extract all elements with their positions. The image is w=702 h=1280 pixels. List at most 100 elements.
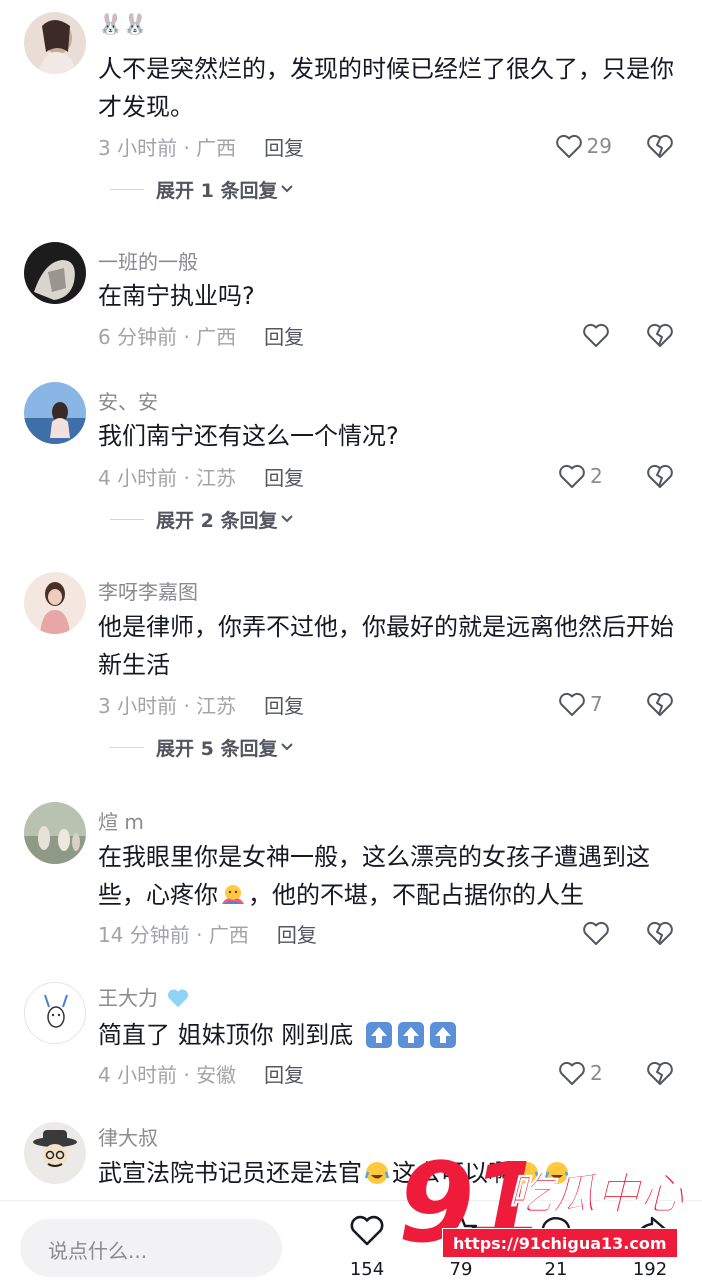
comment-meta: 3 小时前 · 江苏 回复 [98, 689, 304, 719]
comment-username[interactable]: 安、安 [98, 386, 158, 415]
divider [110, 746, 144, 748]
crying-laughing-emoji-icon [364, 1162, 390, 1184]
dislike-button[interactable] [646, 1058, 674, 1088]
like-action-button[interactable]: 154 [337, 1209, 397, 1280]
comment-item: 🐰🐰 人不是突然烂的，发现的时候已经烂了很久了，只是你才发现。 3 小时前 · … [0, 0, 702, 220]
comment-input[interactable]: 说点什么... [20, 1219, 282, 1277]
avatar[interactable] [24, 572, 86, 634]
expand-replies[interactable]: 展开 5 条回复 [110, 732, 294, 762]
expand-replies-label: 展开 2 条回复 [156, 509, 278, 532]
comment-meta: 6 分钟前 · 广西 回复 [98, 320, 304, 350]
broken-heart-icon [647, 921, 673, 945]
comment-username[interactable]: 律大叔 [98, 1122, 158, 1151]
avatar[interactable] [24, 242, 86, 304]
like-button[interactable] [582, 320, 610, 350]
broken-heart-icon [647, 1061, 673, 1085]
avatar[interactable] [24, 12, 86, 74]
comment-time-location: 4 小时前 · 安徽 [98, 1062, 237, 1087]
comment-list: 🐰🐰 人不是突然烂的，发现的时候已经烂了很久了，只是你才发现。 3 小时前 · … [0, 0, 702, 1200]
comment-username[interactable]: 一班的一般 [98, 246, 198, 275]
comment-time-location: 3 小时前 · 广西 [98, 135, 237, 160]
comment-time-location: 4 小时前 · 江苏 [98, 465, 237, 490]
avatar[interactable] [24, 382, 86, 444]
divider [110, 518, 144, 520]
comment-text-part: 武宣法院书记员还是法官 [98, 1159, 362, 1187]
like-count: 2 [590, 1061, 603, 1085]
heart-icon [555, 134, 582, 158]
comment-text-part: 简直了 姐妹顶你 刚到底 [98, 1021, 354, 1049]
comment-text: 简直了 姐妹顶你 刚到底 [98, 1016, 678, 1054]
comment-text-part: ，他的不堪，不配占据你的人生 [248, 881, 584, 909]
up-arrow-icon [365, 1022, 392, 1048]
comment-text: 在南宁执业吗? [98, 282, 255, 310]
like-button[interactable]: 29 [555, 131, 612, 161]
comment-item: 煊 m 在我眼里你是女神一般，这么漂亮的女孩子遭遇到这些，心疼你 ，他的不堪，不配… [0, 800, 702, 960]
comment-time-location: 3 小时前 · 江苏 [98, 693, 237, 718]
hug-emoji-icon [222, 885, 244, 904]
chevron-down-icon [281, 185, 294, 193]
reply-button[interactable]: 回复 [264, 321, 304, 350]
chevron-down-icon [281, 515, 294, 523]
comment-meta: 4 小时前 · 安徽 回复 [98, 1058, 304, 1088]
expand-replies[interactable]: 展开 2 条回复 [110, 504, 294, 534]
heart-icon [559, 464, 585, 488]
comment-time-location: 6 分钟前 · 广西 [98, 324, 237, 349]
reply-button[interactable]: 回复 [264, 462, 304, 491]
avatar[interactable] [24, 1122, 86, 1184]
reply-button[interactable]: 回复 [264, 132, 304, 161]
comment-text: 在我眼里你是女神一般，这么漂亮的女孩子遭遇到这些，心疼你 ，他的不堪，不配占据你的… [98, 838, 678, 914]
expand-replies-label: 展开 5 条回复 [156, 737, 278, 760]
chevron-down-icon [281, 743, 294, 751]
heart-icon [583, 921, 609, 945]
like-count: 7 [590, 692, 603, 716]
like-button[interactable]: 2 [558, 1058, 612, 1088]
like-button[interactable] [582, 918, 610, 948]
up-arrow-icon [397, 1022, 424, 1048]
comment-item: 一班的一般 在南宁执业吗? 6 分钟前 · 广西 回复 [0, 240, 702, 360]
dislike-button[interactable] [646, 918, 674, 948]
watermark-name: 吃瓜中心 [508, 1169, 685, 1221]
reply-button[interactable]: 回复 [264, 1059, 304, 1088]
dislike-button[interactable] [646, 131, 674, 161]
comment-meta: 4 小时前 · 江苏 回复 [98, 461, 304, 491]
comment-username[interactable]: 煊 m [98, 806, 144, 835]
comment-username[interactable]: 王大力 [98, 982, 190, 1011]
like-count: 29 [586, 134, 612, 158]
broken-heart-icon [647, 464, 673, 488]
dislike-button[interactable] [646, 689, 674, 719]
like-button[interactable]: 2 [558, 461, 612, 491]
avatar[interactable] [24, 982, 86, 1044]
comment-text: 他是律师，你弄不过他，你最好的就是远离他然后开始新生活 [98, 613, 674, 679]
expand-replies[interactable]: 展开 1 条回复 [110, 174, 294, 204]
comment-username[interactable]: 🐰🐰 [98, 12, 148, 36]
broken-heart-icon [647, 134, 673, 158]
comment-time-location: 14 分钟前 · 广西 [98, 922, 249, 947]
like-button[interactable]: 7 [558, 689, 612, 719]
comment-item: 李呀李嘉图 他是律师，你弄不过他，你最好的就是远离他然后开始新生活 3 小时前 … [0, 570, 702, 780]
like-count: 154 [349, 1259, 385, 1280]
comment-meta: 14 分钟前 · 广西 回复 [98, 918, 317, 948]
up-arrow-icon [429, 1022, 456, 1048]
comment-meta: 3 小时前 · 广西 回复 [98, 131, 304, 161]
dislike-button[interactable] [646, 320, 674, 350]
blue-heart-icon [168, 989, 189, 1008]
divider [110, 188, 144, 190]
username-text: 王大力 [98, 986, 158, 1010]
comment-username[interactable]: 李呀李嘉图 [98, 576, 198, 605]
heart-icon [583, 323, 609, 347]
watermark-url: https://91chigua13.com [442, 1228, 678, 1258]
comment-text: 人不是突然烂的，发现的时候已经烂了很久了，只是你才发现。 [98, 55, 674, 121]
dislike-button[interactable] [646, 461, 674, 491]
comment-text: 我们南宁还有这么一个情况? [98, 422, 399, 450]
reply-button[interactable]: 回复 [277, 919, 317, 948]
like-count: 2 [590, 464, 603, 488]
expand-replies-label: 展开 1 条回复 [156, 179, 278, 202]
avatar[interactable] [24, 802, 86, 864]
heart-icon [559, 1061, 585, 1085]
comment-item: 安、安 我们南宁还有这么一个情况? 4 小时前 · 江苏 回复 2 展开 2 条… [0, 380, 702, 550]
broken-heart-icon [647, 692, 673, 716]
heart-icon [350, 1215, 384, 1246]
reply-button[interactable]: 回复 [264, 690, 304, 719]
heart-icon [559, 692, 585, 716]
comment-input-placeholder: 说点什么... [48, 1239, 148, 1263]
